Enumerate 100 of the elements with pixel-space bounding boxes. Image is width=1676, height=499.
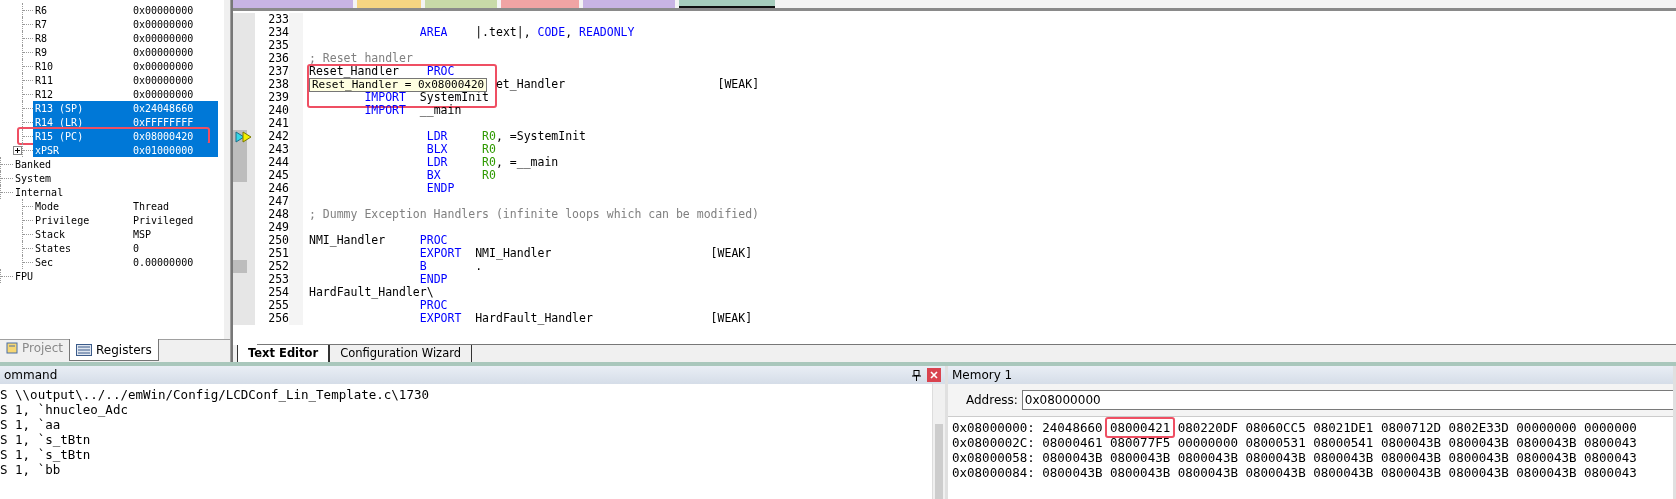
register-name: Internal — [15, 186, 65, 198]
close-button[interactable] — [927, 368, 941, 382]
line-number: 241 — [267, 117, 290, 130]
register-value: 0x24048660 — [133, 102, 194, 114]
file-tab[interactable] — [679, 0, 775, 8]
line-number: 249 — [267, 221, 290, 234]
register-value: 0xFFFFFFFF — [133, 116, 194, 128]
code-token: [WEAK] — [710, 311, 753, 325]
memory-word: 0800043B — [1516, 450, 1577, 465]
tree-row[interactable]: R11 0x00000000 — [33, 73, 218, 87]
tree-row[interactable]: R9 0x00000000 — [33, 45, 218, 59]
register-value: 0x00000000 — [133, 4, 194, 16]
register-name: Privilege — [35, 214, 91, 226]
panel-tab[interactable]: Registers — [69, 339, 159, 361]
line-number: 245 — [267, 169, 290, 182]
memory-word: 0800043B — [1448, 450, 1509, 465]
command-output-line: S 1, `s_tBtn — [0, 432, 92, 447]
register-value: 0x00000000 — [133, 46, 194, 58]
tree-row[interactable]: R15 (PC) 0x08000420 — [33, 129, 218, 143]
memory-word: 08021DE1 — [1313, 420, 1374, 435]
line-number: 250 — [267, 234, 290, 247]
tree-row[interactable]: R8 0x00000000 — [33, 31, 218, 45]
book-icon — [6, 342, 18, 354]
register-value: 0.00000000 — [133, 256, 194, 268]
register-value: Thread — [133, 200, 170, 212]
tree-row[interactable]: Mode Thread — [33, 199, 218, 213]
tree-row[interactable]: Sec 0.00000000 — [33, 255, 218, 269]
memory-word: 0800043B — [1380, 450, 1442, 465]
register-name: R12 — [35, 88, 55, 100]
command-output-line: S 1, `s_tBtn — [0, 447, 92, 462]
line-number: 255 — [267, 299, 290, 312]
tree-row[interactable]: xPSR 0x01000000 — [33, 143, 218, 157]
memory-word: 0800712D — [1380, 420, 1442, 435]
memory-word: 0800043B — [1448, 435, 1509, 450]
line-number: 251 — [267, 247, 290, 260]
editor-tab[interactable]: Text Editor — [237, 345, 330, 362]
code-token: , — [565, 25, 574, 39]
tree-row[interactable]: R12 0x00000000 — [33, 87, 218, 101]
register-name: States — [35, 242, 73, 254]
code-token: SystemInit — [419, 90, 490, 104]
tree-row[interactable]: System — [13, 171, 218, 185]
memory-address: 0x08000000: — [952, 420, 1035, 435]
expand-toggle[interactable] — [13, 146, 22, 155]
line-number: 239 — [267, 91, 290, 104]
tree-row[interactable]: R10 0x00000000 — [33, 59, 218, 73]
memory-word: 0800043B — [1110, 450, 1171, 465]
register-name: R6 — [35, 4, 49, 16]
register-value: 0x00000000 — [133, 60, 194, 72]
tree-row[interactable]: R6 0x00000000 — [33, 3, 218, 17]
tree-row[interactable]: FPU — [13, 269, 218, 283]
memory-word: 0800043B — [1177, 465, 1238, 480]
register-value: 0x08000420 — [133, 130, 194, 142]
register-value: MSP — [133, 228, 152, 240]
register-value: 0x01000000 — [133, 144, 194, 156]
memory-word: 0800043 — [1584, 465, 1637, 480]
command-output-line: S 1, `bb — [0, 462, 62, 477]
close-icon — [930, 371, 938, 379]
code-token: EXPORT — [419, 311, 462, 325]
register-value: 0x00000000 — [133, 32, 194, 44]
code-token: R0 — [482, 129, 496, 143]
memory-word: 0800043B — [1313, 450, 1374, 465]
command-output-line: S \\output\../../emWin/Config/LCDConf_Lin_Template.c\1730 — [0, 387, 430, 402]
code-token: AREA — [419, 25, 448, 39]
register-name: R7 — [35, 18, 49, 30]
code-token: EXPORT — [419, 246, 462, 260]
register-name: R13 (SP) — [35, 102, 85, 114]
tooltip: Reset_Handler = 0x08000420 — [309, 78, 488, 92]
code-token: PROC — [419, 233, 448, 247]
register-name: Banked — [15, 158, 53, 170]
code-token: R0 — [482, 142, 496, 156]
memory-word: 08000531 — [1245, 435, 1306, 450]
tree-row[interactable]: Banked — [13, 157, 218, 171]
register-name: Stack — [35, 228, 67, 240]
memory-word: 00000000 — [1516, 420, 1577, 435]
memory-word: 0802E33D — [1448, 420, 1509, 435]
code-token: R0 — [482, 155, 496, 169]
register-name: R15 (PC) — [35, 130, 85, 142]
register-name: R9 — [35, 46, 49, 58]
memory-word: 0800043B — [1110, 465, 1171, 480]
tree-row[interactable]: R13 (SP) 0x24048660 — [33, 101, 218, 115]
scrollbar[interactable] — [932, 384, 945, 499]
tree-row[interactable]: States 0 — [33, 241, 218, 255]
tree-row[interactable]: Privilege Privileged — [33, 213, 218, 227]
memory-address: 0x08000058: — [952, 450, 1035, 465]
memory-word: 080077F5 — [1110, 435, 1171, 450]
line-number: 244 — [267, 156, 290, 169]
memory-word: 0800043B — [1380, 465, 1442, 480]
tree-row[interactable]: Stack MSP — [33, 227, 218, 241]
tree-row[interactable]: R7 0x00000000 — [33, 17, 218, 31]
register-value: 0 — [133, 242, 140, 254]
memory-word: 00000000 — [1177, 435, 1238, 450]
memory-word: 0800043B — [1448, 465, 1509, 480]
code-token: NMI_Handler — [475, 246, 552, 260]
pin-icon[interactable] — [912, 369, 921, 381]
memory-word: 0800043B — [1245, 450, 1306, 465]
stacked-lines-icon — [76, 343, 93, 356]
code-token: BLX — [426, 142, 448, 156]
address-field[interactable]: 0x08000000 — [1021, 390, 1673, 410]
memory-word: 0800043B — [1516, 465, 1577, 480]
tree-row[interactable]: Internal — [13, 185, 218, 199]
